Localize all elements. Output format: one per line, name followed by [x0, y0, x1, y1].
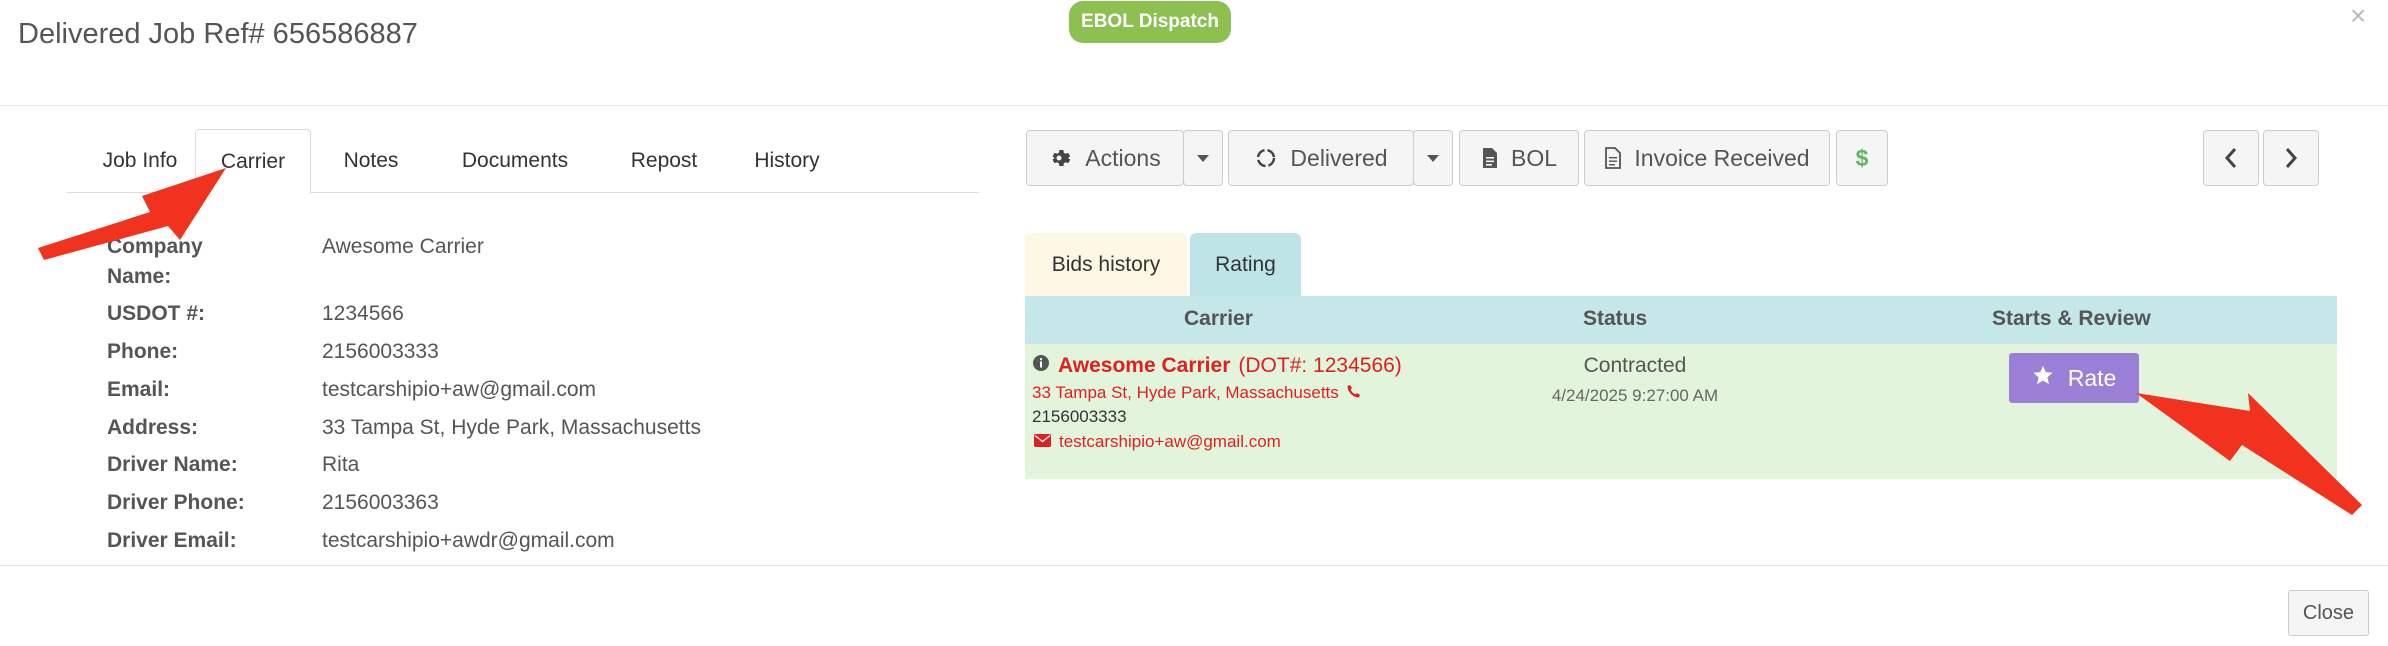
invoice-label: Invoice Received [1634, 144, 1810, 171]
field-value: 33 Tampa St, Hyde Park, Massachusetts [322, 416, 701, 439]
field-label: Address: [107, 416, 199, 439]
chevron-right-icon [2284, 147, 2298, 169]
chevron-left-icon [2224, 147, 2238, 169]
tab-documents[interactable]: Documents [431, 129, 599, 193]
annotation-arrow-rate-button [2136, 393, 2362, 515]
field-value: testcarshipio+aw@gmail.com [322, 378, 597, 401]
field-value: 2156003333 [322, 340, 439, 363]
carrier-address: 33 Tampa St, Hyde Park, Massachusetts [1032, 383, 1361, 403]
gear-icon [1049, 146, 1073, 170]
status-label: Delivered [1290, 144, 1388, 171]
carrier-email: testcarshipio+aw@gmail.com [1034, 432, 1281, 452]
star-icon [2032, 364, 2054, 392]
status-button[interactable]: Delivered [1228, 130, 1414, 186]
tab-history[interactable]: History [727, 129, 847, 193]
phone-icon [1347, 383, 1361, 403]
field-label: USDOT #: [107, 302, 206, 325]
file-icon [1604, 147, 1622, 169]
carrier-name-link[interactable]: Awesome Carrier [1058, 354, 1230, 378]
previous-button[interactable] [2203, 130, 2259, 186]
header-carrier: Carrier [1184, 307, 1253, 330]
header-review: Starts & Review [1992, 307, 2151, 330]
field-label: Driver Phone: [107, 491, 245, 514]
field-value: 2156003363 [322, 491, 439, 514]
status-dropdown-toggle[interactable] [1413, 130, 1453, 186]
payment-button[interactable]: $ [1836, 130, 1888, 186]
document-icon [1481, 147, 1499, 169]
field-label: Driver Email: [107, 529, 237, 552]
carrier-line: Awesome Carrier (DOT#: 1234566) [1032, 354, 1402, 378]
field-label: Driver Name: [107, 453, 238, 476]
status-text: Contracted [1583, 354, 1687, 377]
header-status: Status [1583, 307, 1648, 330]
field-label: Phone: [107, 340, 179, 363]
invoice-received-button[interactable]: Invoice Received [1584, 130, 1830, 186]
tab-notes[interactable]: Notes [319, 129, 423, 193]
modal-header: Delivered Job Ref# 656586887 EBOL Dispat… [0, 0, 2388, 106]
caret-down-icon [1197, 154, 1209, 162]
ebol-dispatch-badge[interactable]: EBOL Dispatch [1069, 1, 1231, 43]
actions-dropdown-toggle[interactable] [1183, 130, 1223, 186]
rate-label: Rate [2067, 364, 2117, 391]
email-link[interactable]: testcarshipio+aw@gmail.com [1059, 432, 1281, 452]
tab-rating[interactable]: Rating [1190, 233, 1301, 297]
caret-down-icon [1427, 154, 1439, 162]
tab-repost[interactable]: Repost [607, 129, 721, 193]
field-label: Email: [107, 378, 171, 401]
field-value: 1234566 [322, 302, 404, 325]
actions-label: Actions [1085, 144, 1161, 171]
address-text: 33 Tampa St, Hyde Park, Massachusetts [1032, 383, 1339, 402]
close-icon[interactable]: × [2350, 0, 2366, 32]
field-value: Rita [322, 453, 360, 476]
next-button[interactable] [2263, 130, 2319, 186]
annotation-arrow-carrier-tab [38, 168, 226, 260]
page-title: Delivered Job Ref# 656586887 [18, 18, 418, 50]
dollar-icon: $ [1855, 144, 1869, 171]
field-value: testcarshipio+awdr@gmail.com [322, 529, 615, 552]
carrier-dot: (DOT#: 1234566) [1238, 354, 1402, 377]
refresh-icon [1254, 146, 1278, 170]
footer-divider [0, 565, 2388, 566]
carrier-phone: 2156003333 [1032, 407, 1127, 426]
envelope-icon [1034, 432, 1051, 452]
table-header: Carrier Status Starts & Review [1025, 296, 2337, 344]
status-time: 4/24/2025 9:27:00 AM [1551, 386, 1719, 405]
rate-button[interactable]: Rate [2009, 353, 2139, 403]
bol-label: BOL [1510, 144, 1558, 171]
actions-button[interactable]: Actions [1026, 130, 1184, 186]
tab-bids-history[interactable]: Bids history [1025, 233, 1187, 297]
info-icon [1032, 354, 1050, 378]
bol-button[interactable]: BOL [1459, 130, 1579, 186]
field-value: Awesome Carrier [322, 235, 484, 258]
close-button[interactable]: Close [2288, 590, 2369, 636]
